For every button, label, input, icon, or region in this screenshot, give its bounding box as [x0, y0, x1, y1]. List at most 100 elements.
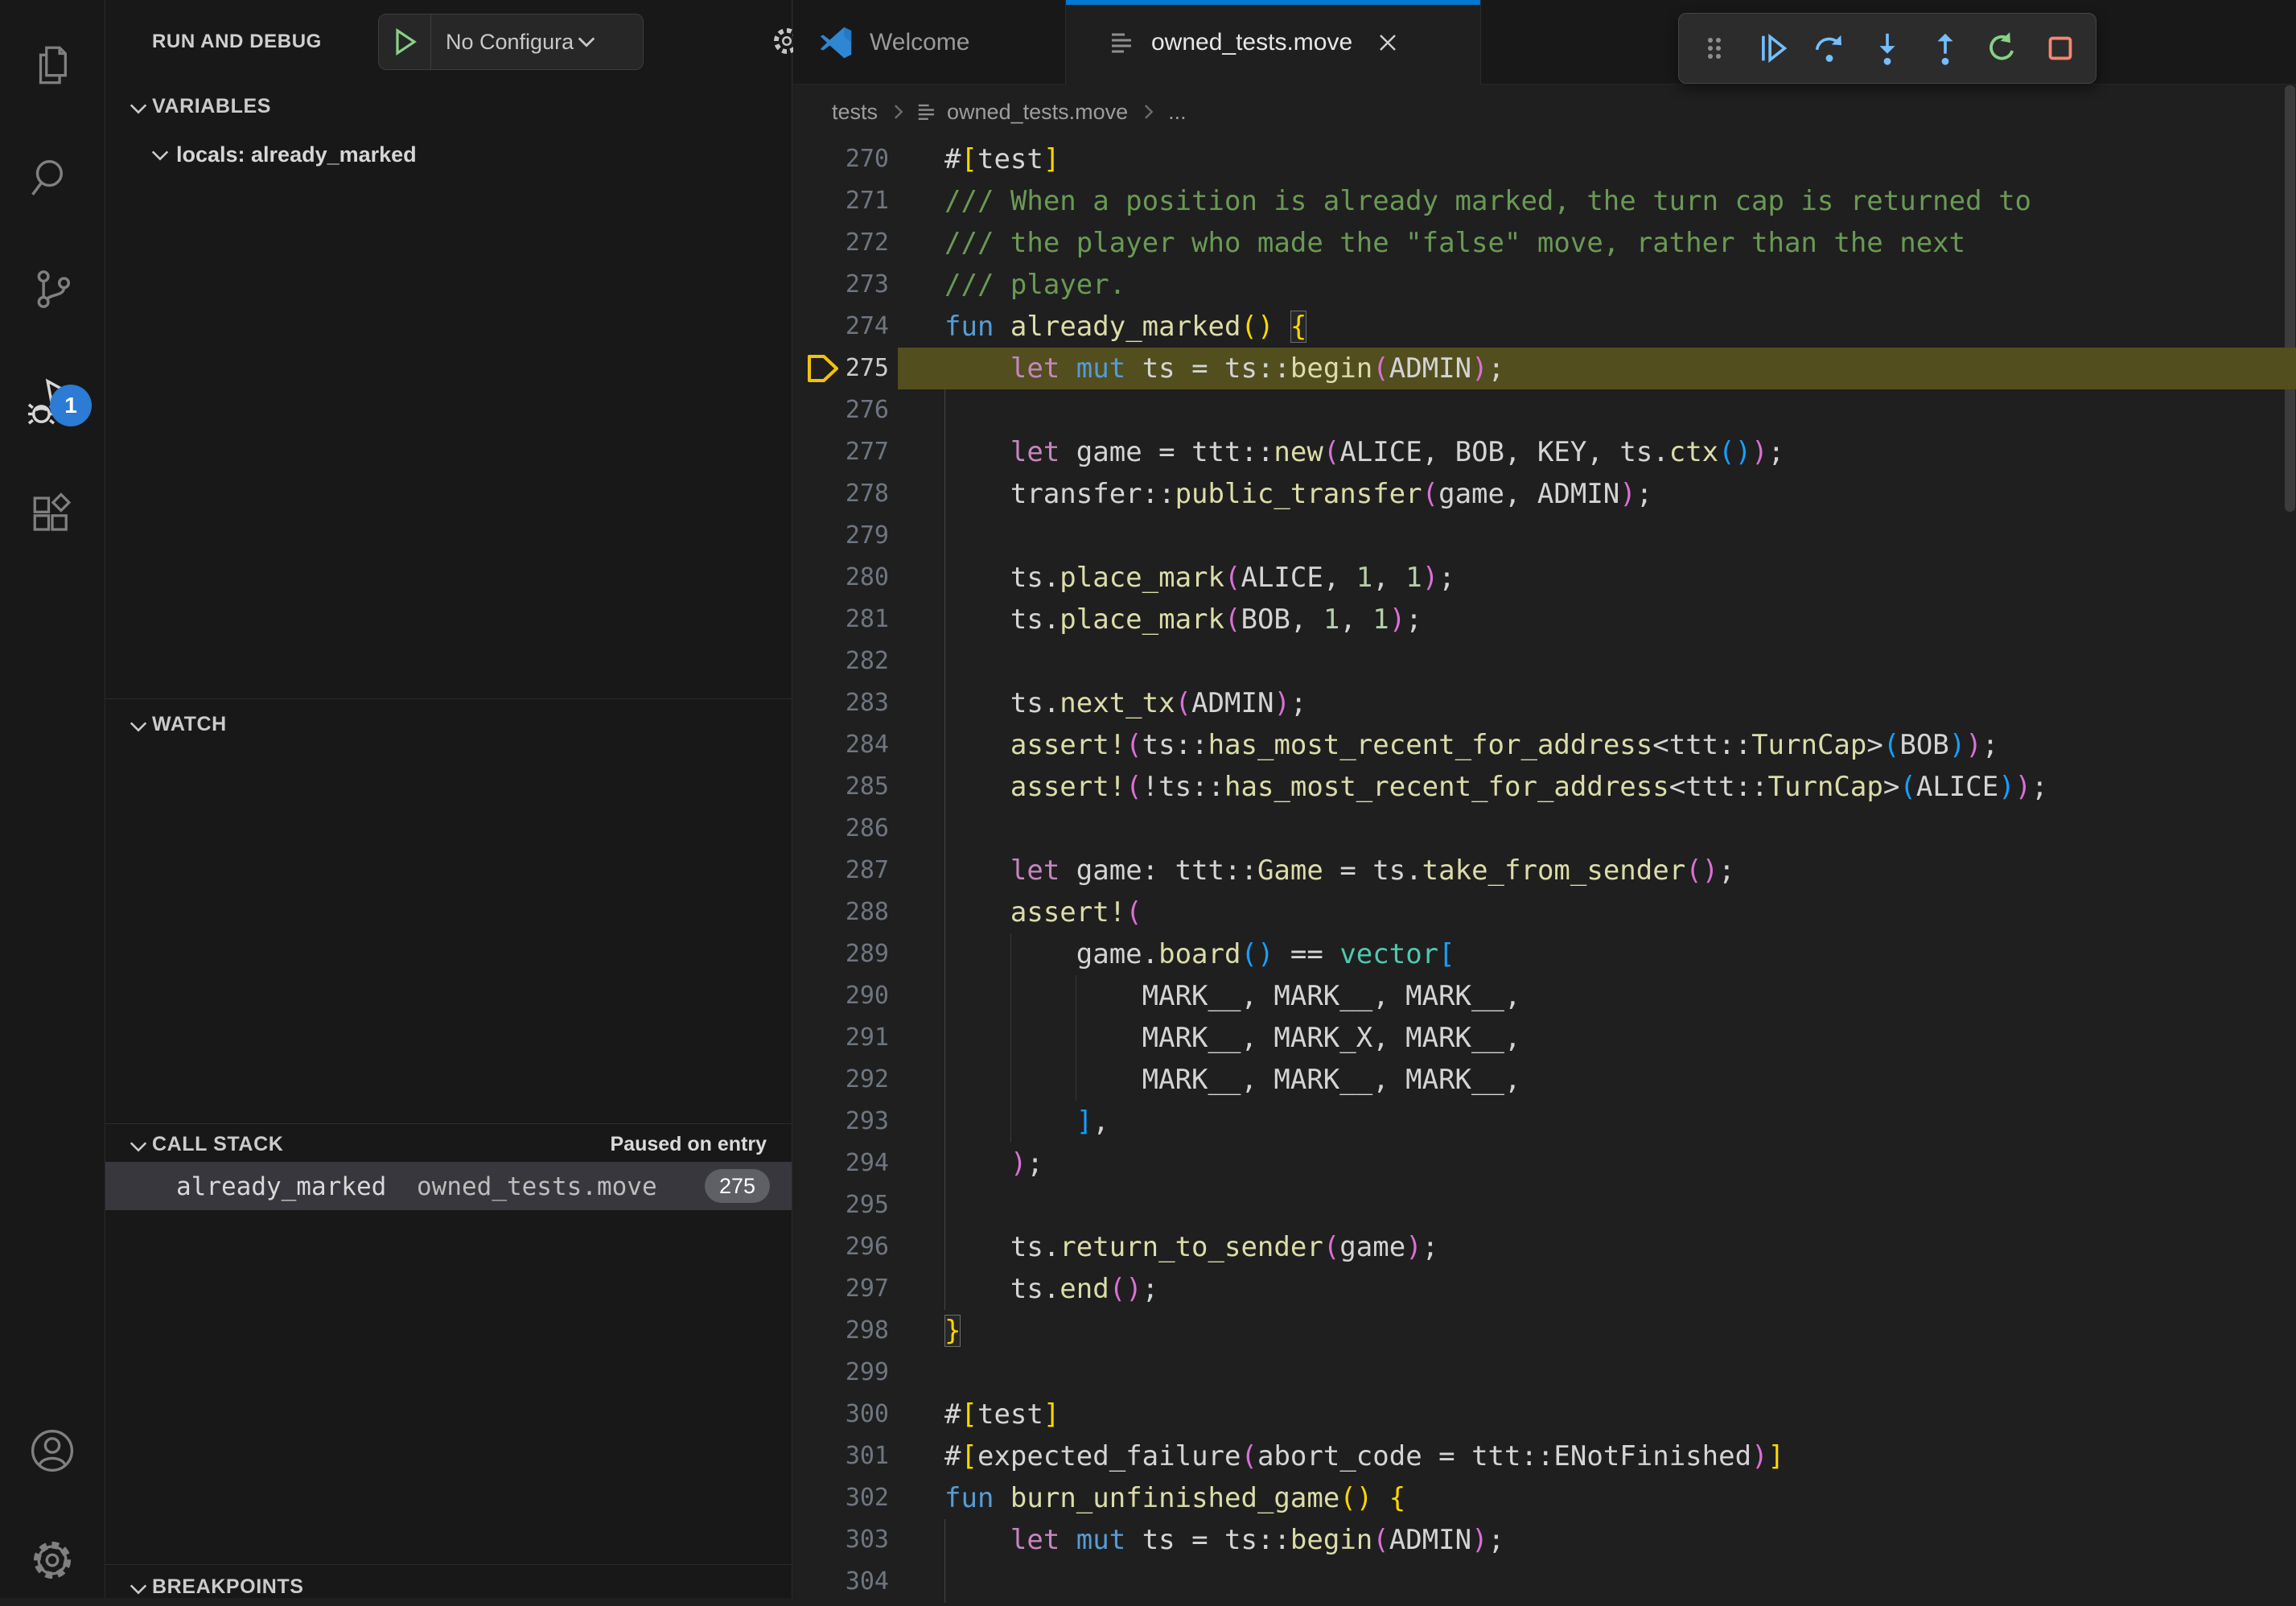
- code-text[interactable]: #[test]: [944, 138, 1060, 180]
- continue-button[interactable]: [1743, 19, 1801, 77]
- code-text[interactable]: ],: [944, 1101, 1109, 1143]
- line-number[interactable]: 277: [793, 431, 889, 473]
- account-button[interactable]: [0, 1406, 105, 1495]
- code-line[interactable]: 284 assert!(ts::has_most_recent_for_addr…: [793, 724, 2296, 766]
- line-number[interactable]: 284: [793, 724, 889, 766]
- stop-button[interactable]: [2031, 19, 2089, 77]
- code-line[interactable]: 282: [793, 640, 2296, 682]
- code-line[interactable]: 293 ],: [793, 1101, 2296, 1143]
- code-text[interactable]: /// player.: [944, 264, 1125, 306]
- toolbar-drag-grip[interactable]: [1685, 19, 1743, 77]
- code-text[interactable]: );: [944, 1143, 1043, 1184]
- settings-button[interactable]: [0, 1516, 105, 1604]
- code-line[interactable]: 303 let mut ts = ts::begin(ADMIN);: [793, 1519, 2296, 1561]
- code-text[interactable]: game.board() == vector[: [944, 933, 1455, 975]
- line-number[interactable]: 296: [793, 1226, 889, 1268]
- line-number[interactable]: 294: [793, 1143, 889, 1184]
- code-text[interactable]: ts.place_mark(BOB, 1, 1);: [944, 599, 1422, 640]
- sidebar-item-search[interactable]: [0, 134, 105, 222]
- variables-scope-row[interactable]: locals: already_marked: [105, 134, 792, 175]
- breadcrumb-item-file[interactable]: owned_tests.move: [947, 100, 1128, 125]
- code-text[interactable]: /// the player who made the "false" move…: [944, 222, 1965, 264]
- code-line[interactable]: 291 MARK__, MARK_X, MARK__,: [793, 1017, 2296, 1059]
- code-text[interactable]: ts.next_tx(ADMIN);: [944, 682, 1306, 724]
- line-number[interactable]: 271: [793, 180, 889, 222]
- code-text[interactable]: assert!(: [944, 892, 1142, 933]
- debug-config-dropdown[interactable]: No Configura: [378, 14, 644, 70]
- code-line[interactable]: 273/// player.: [793, 264, 2296, 306]
- code-line[interactable]: 287 let game: ttt::Game = ts.take_from_s…: [793, 850, 2296, 892]
- line-number[interactable]: 290: [793, 975, 889, 1017]
- line-number[interactable]: 280: [793, 557, 889, 599]
- call-stack-frame-row[interactable]: already_marked owned_tests.move 275: [105, 1162, 792, 1210]
- line-number[interactable]: 300: [793, 1394, 889, 1435]
- line-number[interactable]: 295: [793, 1184, 889, 1226]
- code-line[interactable]: 294 );: [793, 1143, 2296, 1184]
- code-line[interactable]: 296 ts.return_to_sender(game);: [793, 1226, 2296, 1268]
- code-line[interactable]: 277 let game = ttt::new(ALICE, BOB, KEY,…: [793, 431, 2296, 473]
- code-text[interactable]: fun burn_unfinished_game() {: [944, 1477, 1405, 1519]
- code-line[interactable]: 288 assert!(: [793, 892, 2296, 933]
- line-number[interactable]: 303: [793, 1519, 889, 1561]
- code-text[interactable]: ts.place_mark(ALICE, 1, 1);: [944, 557, 1455, 599]
- code-text[interactable]: /// When a position is already marked, t…: [944, 180, 2031, 222]
- variables-section-header[interactable]: VARIABLES: [105, 87, 792, 126]
- code-line[interactable]: 301 #[expected_failure(abort_code = ttt::…: [793, 1435, 2296, 1477]
- line-number[interactable]: 299: [793, 1352, 889, 1394]
- code-text[interactable]: let game: ttt::Game = ts.take_from_sende…: [944, 850, 1735, 892]
- breadcrumb-item-symbol[interactable]: ...: [1168, 100, 1187, 125]
- code-text[interactable]: assert!(!ts::has_most_recent_for_address…: [944, 766, 2048, 808]
- line-number[interactable]: 298: [793, 1310, 889, 1352]
- code-line[interactable]: 274 fun already_marked() {: [793, 306, 2296, 348]
- code-line[interactable]: 281 ts.place_mark(BOB, 1, 1);: [793, 599, 2296, 640]
- code-line[interactable]: 280 ts.place_mark(ALICE, 1, 1);: [793, 557, 2296, 599]
- code-line[interactable]: 271 /// When a position is already marked…: [793, 180, 2296, 222]
- tab-owned-tests-move[interactable]: owned_tests.move: [1066, 0, 1481, 84]
- line-number[interactable]: 301: [793, 1435, 889, 1477]
- sidebar-item-explorer[interactable]: [0, 21, 105, 109]
- code-line[interactable]: 278 transfer::public_transfer(game, ADMI…: [793, 473, 2296, 515]
- code-line[interactable]: 275 let mut ts = ts::begin(ADMIN);: [793, 348, 2296, 389]
- step-out-button[interactable]: [1916, 19, 1974, 77]
- code-line[interactable]: 295: [793, 1184, 2296, 1226]
- line-number[interactable]: 270: [793, 138, 889, 180]
- sidebar-item-run-and-debug[interactable]: 1: [0, 357, 105, 446]
- code-text[interactable]: #[expected_failure(abort_code = ttt::ENo…: [944, 1435, 1784, 1477]
- code-line[interactable]: 279: [793, 515, 2296, 557]
- code-text[interactable]: MARK__, MARK_X, MARK__,: [944, 1017, 1520, 1059]
- line-number[interactable]: 278: [793, 473, 889, 515]
- step-into-button[interactable]: [1858, 19, 1916, 77]
- code-line[interactable]: 300 #[test]: [793, 1394, 2296, 1435]
- code-text[interactable]: #[test]: [944, 1394, 1060, 1435]
- line-number[interactable]: 292: [793, 1059, 889, 1101]
- code-line[interactable]: 298}: [793, 1310, 2296, 1352]
- restart-button[interactable]: [1974, 19, 2032, 77]
- line-number[interactable]: 283: [793, 682, 889, 724]
- code-line[interactable]: 299: [793, 1352, 2296, 1394]
- line-number[interactable]: 286: [793, 808, 889, 850]
- line-number[interactable]: 304: [793, 1561, 889, 1603]
- watch-section-header[interactable]: WATCH: [105, 705, 792, 743]
- line-number[interactable]: 285: [793, 766, 889, 808]
- code-text[interactable]: assert!(ts::has_most_recent_for_address<…: [944, 724, 1998, 766]
- code-text[interactable]: MARK__, MARK__, MARK__,: [944, 975, 1520, 1017]
- line-number[interactable]: 274: [793, 306, 889, 348]
- step-over-button[interactable]: [1800, 19, 1858, 77]
- code-text[interactable]: ts.return_to_sender(game);: [944, 1226, 1438, 1268]
- code-line[interactable]: 289 game.board() == vector[: [793, 933, 2296, 975]
- code-line[interactable]: 276: [793, 389, 2296, 431]
- start-debug-icon[interactable]: [379, 28, 430, 56]
- sidebar-item-extensions[interactable]: [0, 470, 105, 558]
- code-line[interactable]: 292 MARK__, MARK__, MARK__,: [793, 1059, 2296, 1101]
- close-icon[interactable]: [1375, 30, 1401, 56]
- breakpoints-section-header[interactable]: BREAKPOINTS: [105, 1567, 792, 1606]
- code-line[interactable]: 285 assert!(!ts::has_most_recent_for_add…: [793, 766, 2296, 808]
- code-text[interactable]: fun already_marked() {: [944, 306, 1306, 348]
- code-text[interactable]: let mut ts = ts::begin(ADMIN);: [944, 1519, 1504, 1561]
- line-number[interactable]: 289: [793, 933, 889, 975]
- tab-welcome[interactable]: Welcome: [793, 0, 1066, 84]
- call-stack-section-header[interactable]: CALL STACK Paused on entry: [105, 1125, 792, 1163]
- line-number[interactable]: 287: [793, 850, 889, 892]
- line-number[interactable]: 282: [793, 640, 889, 682]
- code-line[interactable]: 302fun burn_unfinished_game() {: [793, 1477, 2296, 1519]
